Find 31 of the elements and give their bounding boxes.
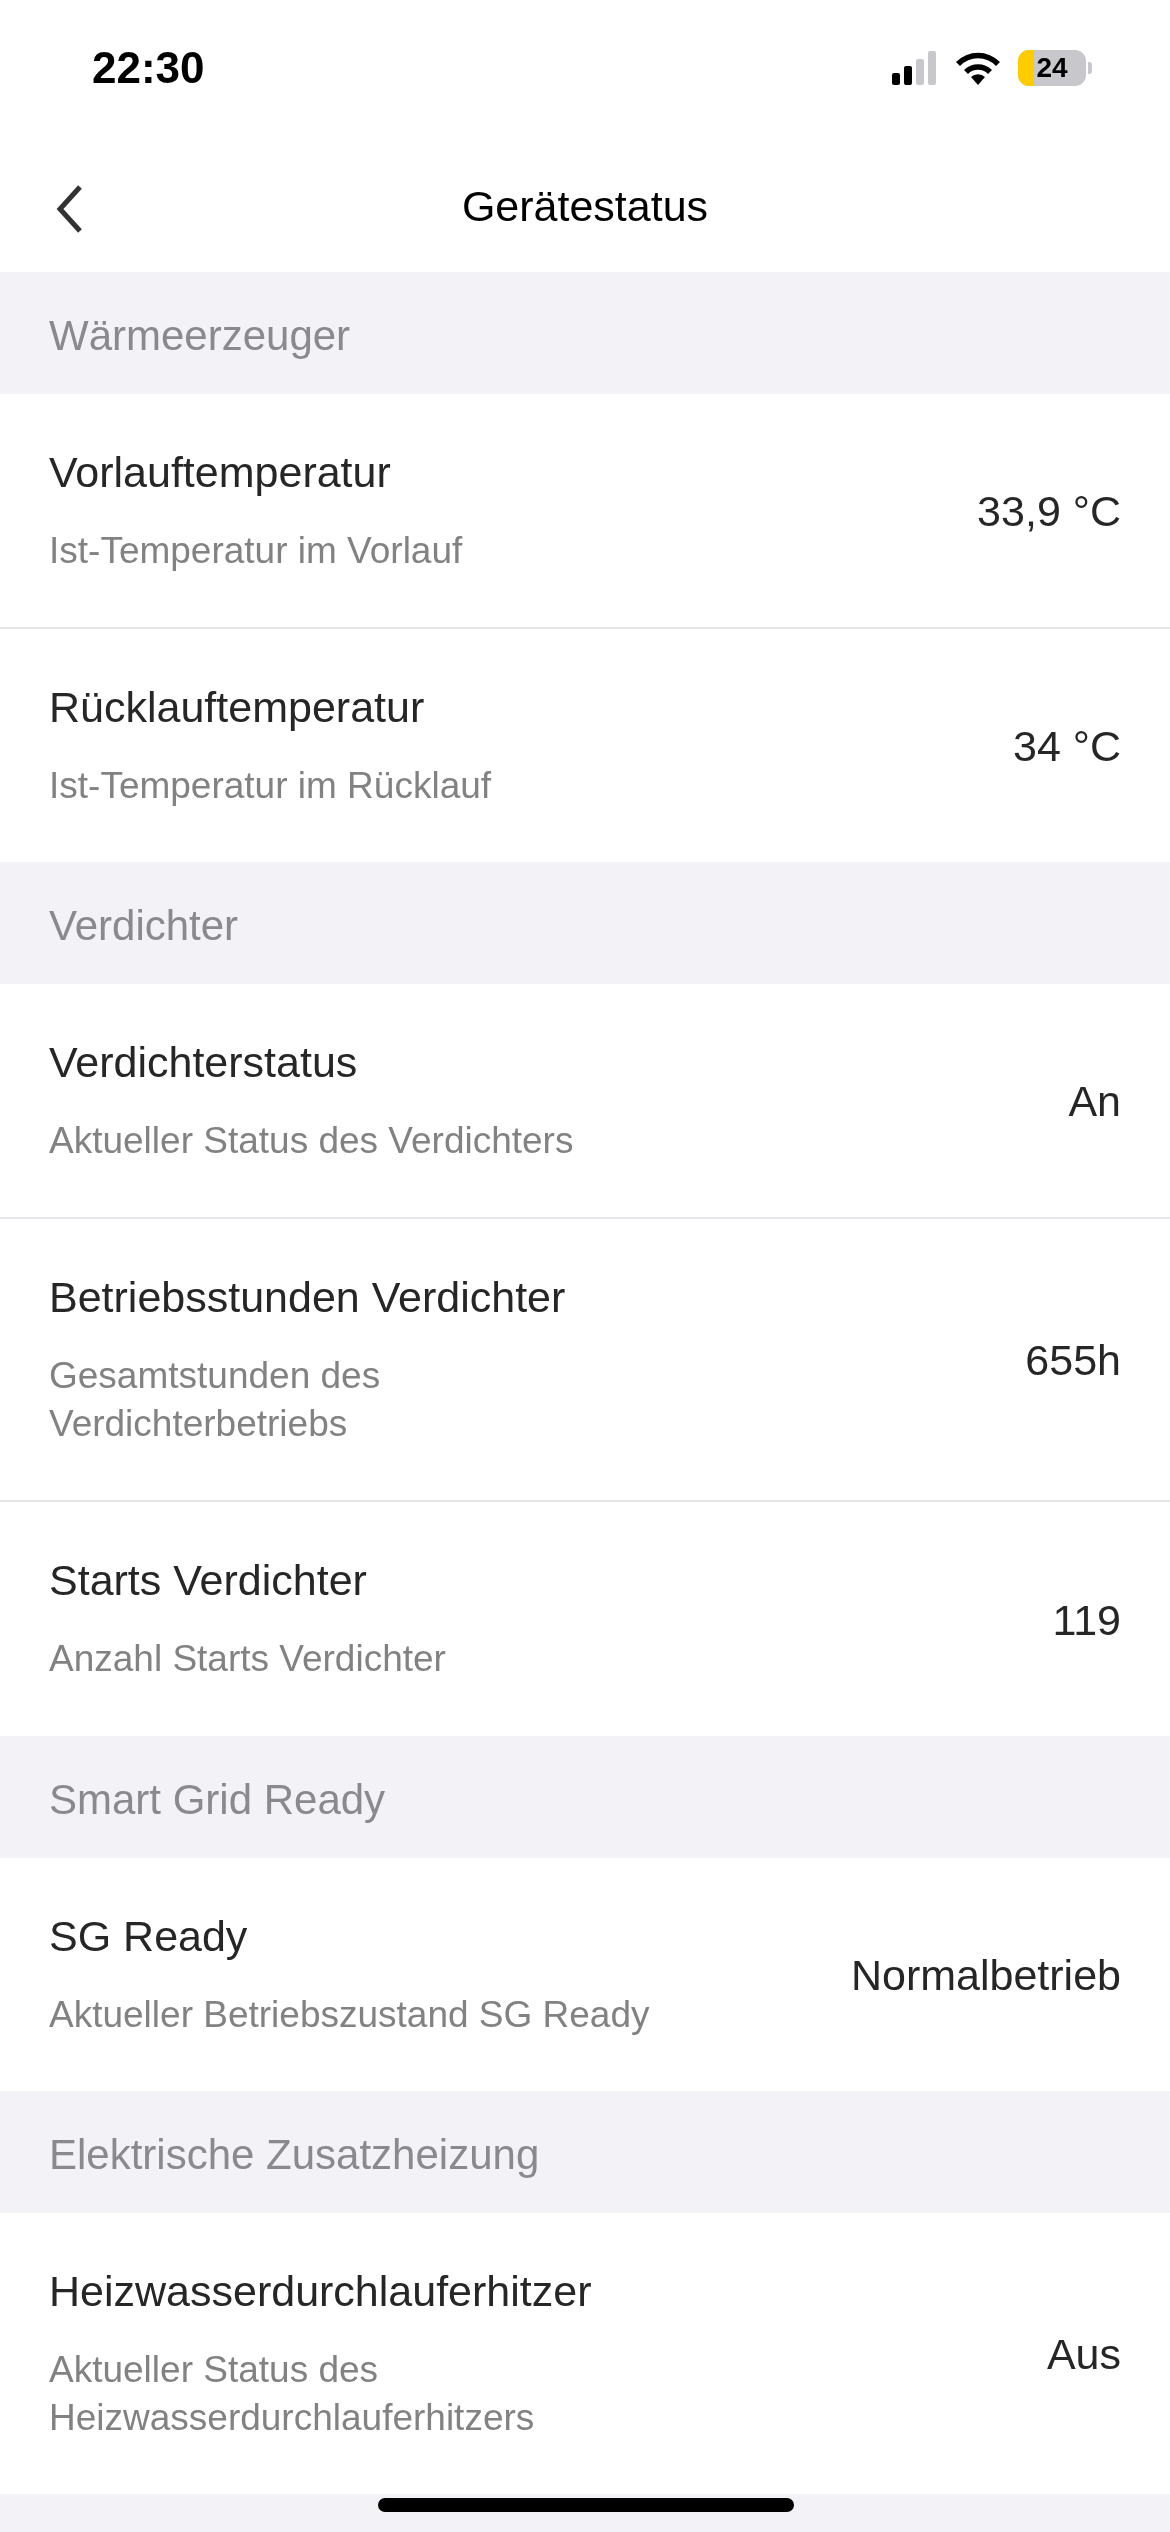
section-title: Smart Grid Ready: [49, 1775, 386, 1824]
row-title: Rücklauftemperatur: [49, 683, 426, 733]
row-value: 655h: [1025, 1336, 1121, 1386]
row-value: 34 °C: [1012, 722, 1121, 772]
row-title: Verdichterstatus: [49, 1038, 359, 1088]
section-title: Elektrische Zusatzheizung: [49, 2130, 540, 2179]
row-title: Heizwasserdurchlauferhitzer: [49, 2266, 593, 2316]
row-value: 119: [1052, 1595, 1121, 1645]
row-title: Betriebsstunden Verdichter: [49, 1273, 567, 1323]
row-title: SG Ready: [49, 1911, 249, 1961]
wifi-icon: [954, 51, 1002, 85]
row-description: Gesamtstunden des Verdichterbetriebs: [49, 1354, 382, 1447]
row-description: Aktueller Status des Heizwasserdurchlauferhitzers: [49, 2347, 536, 2440]
row-description: Ist-Temperatur im Rücklauf: [49, 764, 492, 809]
row-value: 33,9 °C: [977, 487, 1121, 537]
row-description: Aktueller Status des Verdichters: [49, 1119, 574, 1164]
row-description: Anzahl Starts Verdichter: [49, 1637, 446, 1682]
row-description: Ist-Temperatur im Vorlauf: [49, 529, 463, 573]
back-chevron-icon: [56, 184, 84, 234]
section-title: Wärmeerzeuger: [49, 312, 351, 360]
page-title: Gerätestatus: [461, 181, 709, 231]
row-value: Normalbetrieb: [850, 1950, 1121, 2000]
row-value: An: [1068, 1077, 1121, 1127]
row-description: Aktueller Betriebszustand SG Ready: [49, 1992, 650, 2037]
status-time: 22:30: [92, 43, 205, 93]
row-title: Vorlauftemperatur: [49, 448, 392, 497]
row-title: Starts Verdichter: [49, 1556, 368, 1606]
battery-indicator: 24: [1018, 50, 1086, 86]
signal-icon: [892, 51, 938, 85]
section-title: Verdichter: [49, 902, 239, 951]
row-value: Aus: [1046, 2329, 1121, 2379]
